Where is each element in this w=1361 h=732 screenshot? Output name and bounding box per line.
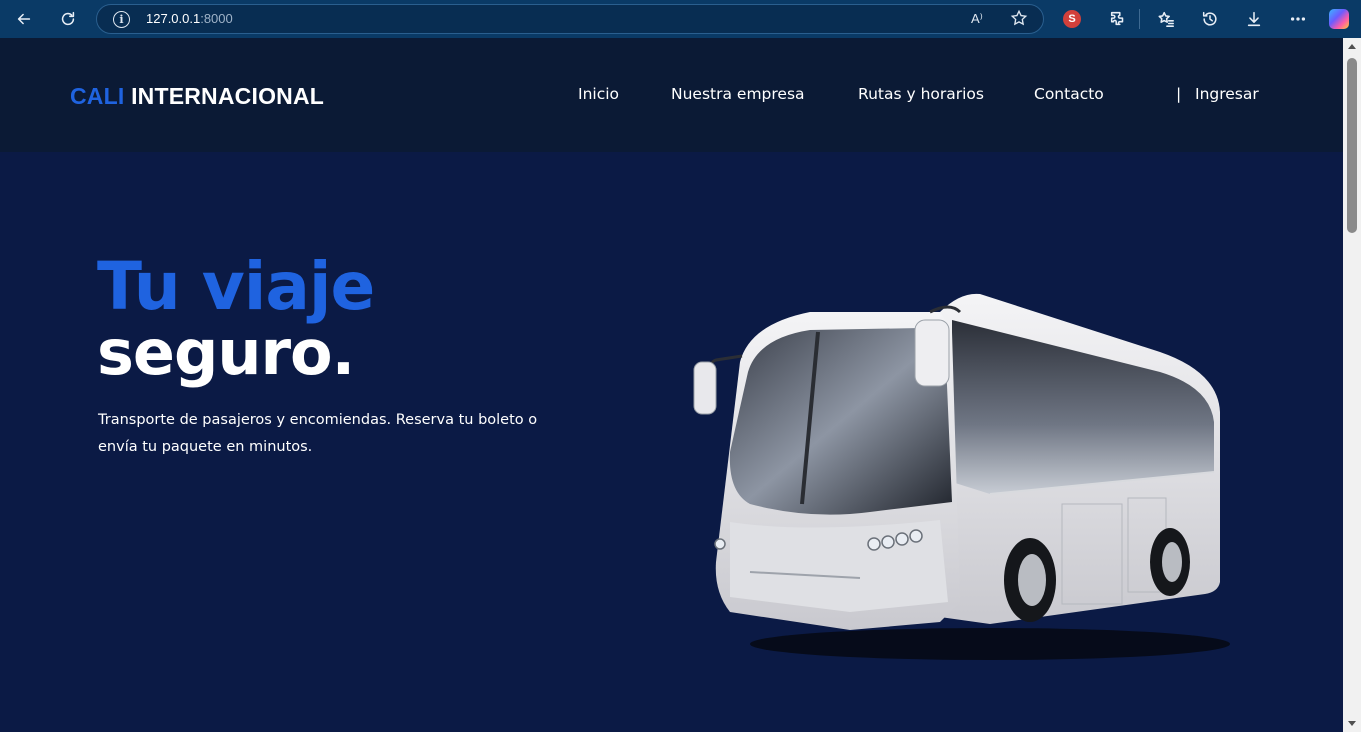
logo-part-cali: CALI: [70, 83, 125, 109]
arrow-left-icon: [17, 13, 31, 25]
hero-section: Tu viaje seguro. Transporte de pasajeros…: [0, 152, 1343, 732]
nav-link-nuestra-empresa[interactable]: Nuestra empresa: [671, 85, 805, 103]
read-aloud-icon[interactable]: A⁾: [971, 11, 983, 27]
favorites-button[interactable]: [1154, 7, 1178, 31]
favorite-star-button[interactable]: [1010, 9, 1030, 29]
more-menu-button[interactable]: [1286, 7, 1310, 31]
site-logo[interactable]: CALI INTERNACIONAL: [70, 83, 324, 110]
toolbar-separator: [1139, 9, 1140, 29]
download-icon: [1247, 11, 1261, 27]
hero-title-line2: seguro.: [97, 316, 355, 389]
downloads-button[interactable]: [1242, 7, 1266, 31]
scroll-down-arrow-icon[interactable]: [1348, 721, 1356, 726]
star-icon: [1010, 9, 1028, 26]
bus-image: [693, 293, 1230, 660]
scrollbar-thumb[interactable]: [1347, 58, 1357, 233]
refresh-icon: [61, 11, 75, 26]
address-bar[interactable]: i 127.0.0.1:8000 A⁾: [96, 4, 1044, 34]
back-button[interactable]: [12, 7, 36, 31]
nav-divider: |: [1176, 85, 1182, 103]
nav-link-inicio[interactable]: Inicio: [578, 85, 619, 103]
history-icon: [1202, 11, 1217, 26]
site-navbar: CALI INTERNACIONAL Inicio Nuestra empres…: [0, 38, 1343, 152]
history-button[interactable]: [1198, 7, 1222, 31]
info-icon[interactable]: i: [113, 11, 130, 28]
url-port: :8000: [200, 11, 233, 26]
logo-part-internacional: INTERNACIONAL: [131, 83, 325, 109]
hero-subtitle: Transporte de pasajeros y encomiendas. R…: [98, 412, 538, 455]
nav-link-ingresar[interactable]: Ingresar: [1195, 85, 1259, 103]
hero-title-line1: Tu viaje: [97, 248, 375, 325]
url-host: 127.0.0.1: [146, 11, 201, 26]
url-text[interactable]: 127.0.0.1:8000: [146, 11, 233, 26]
favorites-list-icon: [1158, 11, 1174, 27]
extension-s-icon[interactable]: S: [1063, 10, 1081, 28]
nav-link-rutas-horarios[interactable]: Rutas y horarios: [858, 85, 984, 103]
copilot-icon[interactable]: [1329, 9, 1349, 29]
extensions-button[interactable]: [1106, 7, 1130, 31]
ellipsis-icon: [1290, 17, 1306, 21]
browser-toolbar: i 127.0.0.1:8000 A⁾ S: [0, 0, 1361, 38]
nav-link-contacto[interactable]: Contacto: [1034, 85, 1104, 103]
scroll-up-arrow-icon[interactable]: [1348, 44, 1356, 49]
puzzle-icon: [1110, 11, 1124, 26]
refresh-button[interactable]: [56, 7, 80, 31]
page-viewport: CALI INTERNACIONAL Inicio Nuestra empres…: [0, 38, 1343, 732]
page-scrollbar[interactable]: [1343, 38, 1361, 732]
